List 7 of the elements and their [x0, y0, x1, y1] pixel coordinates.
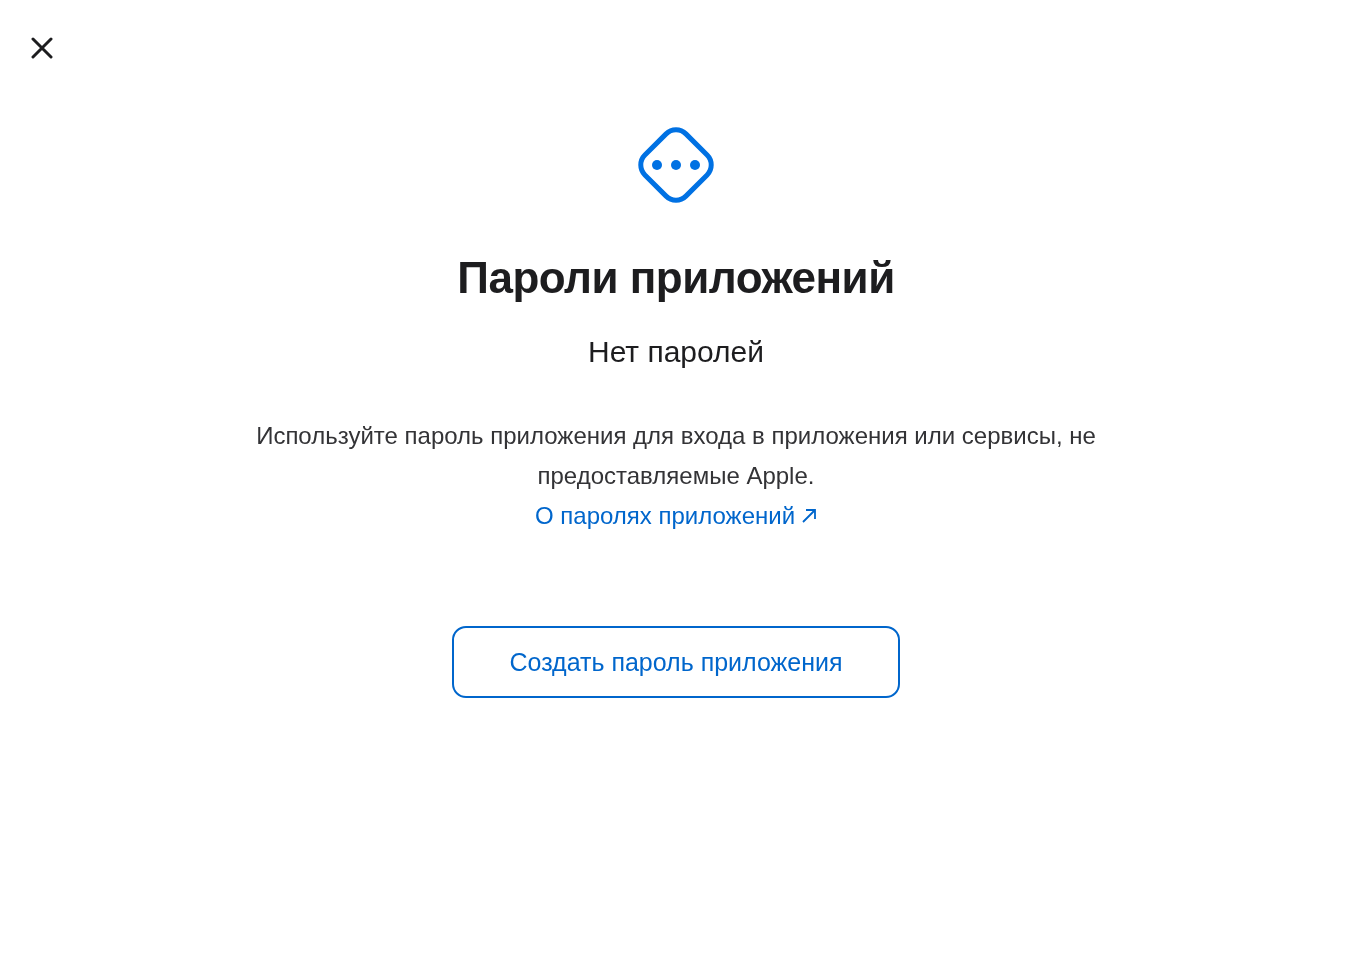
description-text: Используйте пароль приложения для входа в приложения или сервисы, не предоставляемые Apple. — [255, 421, 1097, 491]
empty-state-text: Нет паролей — [588, 334, 764, 370]
close-icon — [31, 37, 53, 59]
about-link[interactable]: О паролях приложений — [534, 496, 818, 536]
page-title: Пароли приложений — [457, 252, 895, 304]
external-arrow-icon — [801, 508, 818, 524]
create-password-button[interactable]: Создать пароль приложения — [452, 626, 900, 698]
